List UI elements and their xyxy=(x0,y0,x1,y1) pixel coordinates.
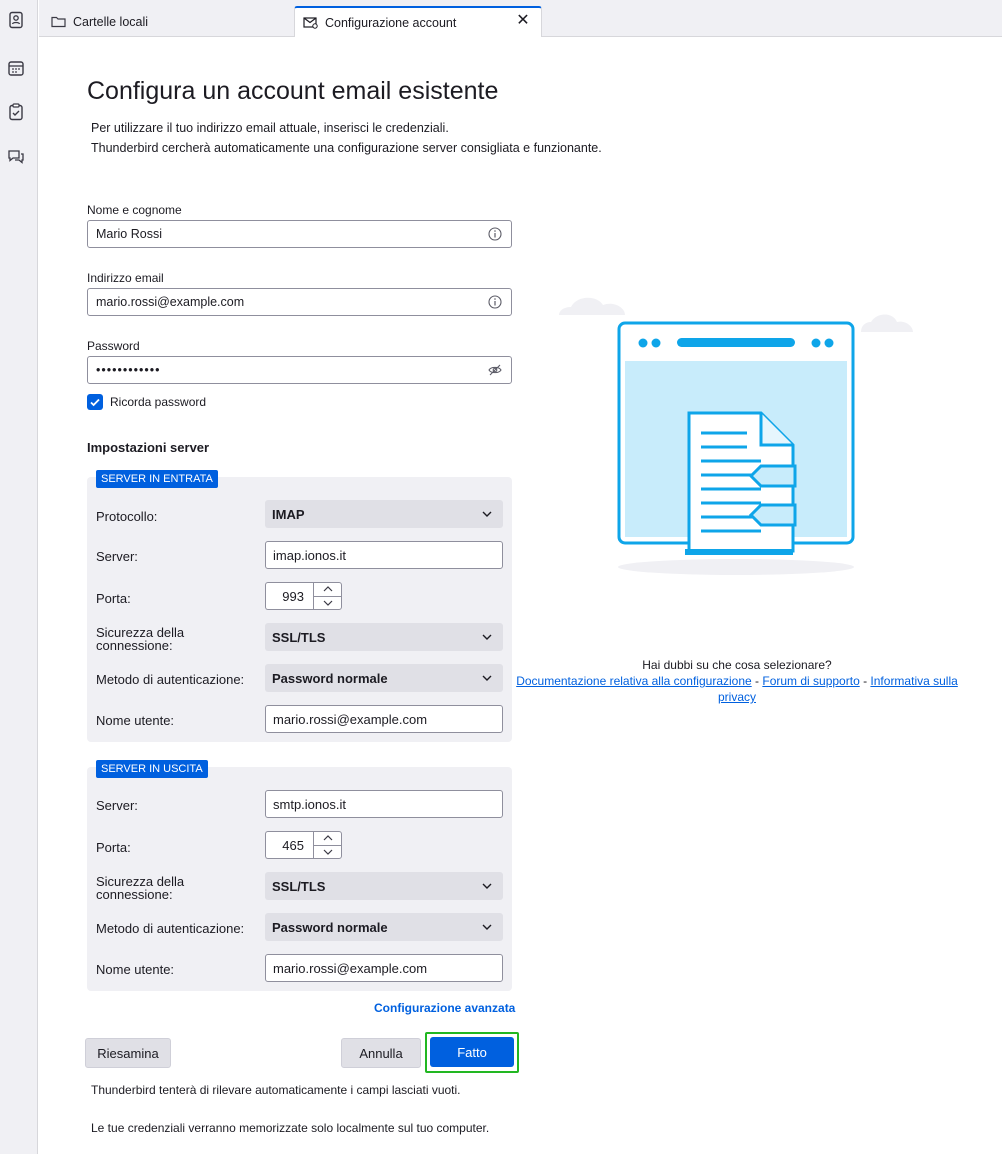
incoming-port-value[interactable]: 993 xyxy=(265,582,313,610)
calendar-icon[interactable] xyxy=(6,58,26,78)
folder-icon xyxy=(51,14,67,30)
outgoing-server-value: smtp.ionos.it xyxy=(273,796,346,812)
incoming-auth-label: Metodo di autenticazione: xyxy=(96,672,245,687)
tab-account-setup[interactable]: Configurazione account ✕ xyxy=(294,6,542,37)
incoming-security-label: Sicurezza della connessione: xyxy=(96,626,184,652)
account-setup-page: Configura un account email esistente Per… xyxy=(39,37,1002,1154)
chevron-down-icon[interactable] xyxy=(314,846,341,859)
incoming-server-input[interactable]: imap.ionos.it xyxy=(265,541,503,569)
chevron-down-icon xyxy=(481,672,493,684)
incoming-port-label: Porta: xyxy=(96,591,131,606)
password-input[interactable]: •••••••••••• xyxy=(87,356,512,384)
local-storage-note: Le tue credenziali verranno memorizzate … xyxy=(91,1121,490,1135)
info-icon[interactable] xyxy=(488,227,502,241)
docs-link[interactable]: Documentazione relativa alla configurazi… xyxy=(516,674,751,688)
incoming-server-badge: SERVER IN ENTRATA xyxy=(96,470,218,488)
chevron-down-icon xyxy=(481,921,493,933)
incoming-server-panel: SERVER IN ENTRATA Protocollo: IMAP Serve… xyxy=(87,470,512,742)
chat-icon[interactable] xyxy=(6,147,26,167)
link-separator: - xyxy=(859,674,871,688)
intro-line: Per utilizzare il tuo indirizzo email at… xyxy=(91,121,449,135)
help-question: Hai dubbi su che cosa selezionare? xyxy=(642,658,832,672)
outgoing-username-input[interactable]: mario.rossi@example.com xyxy=(265,954,503,982)
tab-local-folders[interactable]: Cartelle locali xyxy=(51,6,291,37)
outgoing-auth-select[interactable]: Password normale xyxy=(265,913,503,941)
outgoing-server-panel: SERVER IN USCITA Server: smtp.ionos.it P… xyxy=(87,760,512,991)
done-button[interactable]: Fatto xyxy=(430,1037,514,1067)
setup-illustration xyxy=(551,267,931,577)
outgoing-username-label: Nome utente: xyxy=(96,962,175,977)
outgoing-server-badge: SERVER IN USCITA xyxy=(96,760,208,778)
incoming-server-label: Server: xyxy=(96,549,138,564)
eye-slash-icon[interactable] xyxy=(488,363,502,377)
incoming-username-value: mario.rossi@example.com xyxy=(273,711,428,727)
outgoing-security-label: Sicurezza della connessione: xyxy=(96,875,184,901)
advanced-config-link[interactable]: Configurazione avanzata xyxy=(374,1001,515,1015)
tab-bar: Cartelle locali Configurazione account ✕ xyxy=(39,0,1002,37)
retest-button[interactable]: Riesamina xyxy=(85,1038,171,1068)
server-settings-title: Impostazioni server xyxy=(87,440,210,455)
chevron-down-icon xyxy=(481,880,493,892)
chevron-up-icon[interactable] xyxy=(314,583,341,597)
tab-label: Configurazione account xyxy=(325,15,457,30)
support-forum-link[interactable]: Forum di supporto xyxy=(762,674,859,688)
outgoing-security-value: SSL/TLS xyxy=(272,878,326,894)
port-arrows xyxy=(313,582,342,610)
email-input[interactable]: mario.rossi@example.com xyxy=(87,288,512,316)
intro-text: Per utilizzare il tuo indirizzo email at… xyxy=(91,118,602,158)
label-line: connessione: xyxy=(96,887,173,902)
protocol-select[interactable]: IMAP xyxy=(265,500,503,528)
outgoing-auth-label: Metodo di autenticazione: xyxy=(96,921,245,936)
info-icon[interactable] xyxy=(488,295,502,309)
name-value: Mario Rossi xyxy=(96,227,162,241)
help-section: Hai dubbi su che cosa selezionare? Docum… xyxy=(509,657,965,705)
password-value: •••••••••••• xyxy=(96,363,161,377)
tasks-icon[interactable] xyxy=(6,102,26,122)
name-label: Nome e cognome xyxy=(87,203,182,217)
cancel-button[interactable]: Annulla xyxy=(341,1038,421,1068)
outgoing-port-value[interactable]: 465 xyxy=(265,831,313,859)
chevron-up-icon[interactable] xyxy=(314,832,341,846)
help-links: Documentazione relativa alla configurazi… xyxy=(509,673,965,705)
close-icon[interactable]: ✕ xyxy=(515,13,531,29)
outgoing-security-select[interactable]: SSL/TLS xyxy=(265,872,503,900)
chevron-down-icon xyxy=(481,631,493,643)
mail-settings-icon xyxy=(303,15,319,31)
checkmark-icon xyxy=(87,394,103,410)
incoming-auth-select[interactable]: Password normale xyxy=(265,664,503,692)
chevron-down-icon[interactable] xyxy=(314,597,341,610)
protocol-value: IMAP xyxy=(272,506,305,522)
address-book-icon[interactable] xyxy=(6,10,26,30)
page-title: Configura un account email esistente xyxy=(87,77,499,105)
incoming-security-select[interactable]: SSL/TLS xyxy=(265,623,503,651)
incoming-security-value: SSL/TLS xyxy=(272,629,326,645)
email-value: mario.rossi@example.com xyxy=(96,295,245,309)
chevron-down-icon xyxy=(481,508,493,520)
name-input[interactable]: Mario Rossi xyxy=(87,220,512,248)
outgoing-username-value: mario.rossi@example.com xyxy=(273,960,428,976)
autodetect-note: Thunderbird tenterà di rilevare automati… xyxy=(91,1083,461,1097)
outgoing-port-label: Porta: xyxy=(96,840,131,855)
incoming-server-value: imap.ionos.it xyxy=(273,547,346,563)
protocol-label: Protocollo: xyxy=(96,509,158,524)
port-arrows xyxy=(313,831,342,859)
link-separator: - xyxy=(751,674,763,688)
remember-password-label: Ricorda password xyxy=(110,395,207,409)
password-label: Password xyxy=(87,339,140,353)
outgoing-auth-value: Password normale xyxy=(272,919,388,935)
label-line: connessione: xyxy=(96,638,173,653)
outgoing-server-input[interactable]: smtp.ionos.it xyxy=(265,790,503,818)
email-label: Indirizzo email xyxy=(87,271,164,285)
incoming-username-label: Nome utente: xyxy=(96,713,175,728)
intro-line: Thunderbird cercherà automaticamente una… xyxy=(91,141,602,155)
outgoing-server-label: Server: xyxy=(96,798,138,813)
incoming-auth-value: Password normale xyxy=(272,670,388,686)
incoming-username-input[interactable]: mario.rossi@example.com xyxy=(265,705,503,733)
tab-label: Cartelle locali xyxy=(73,14,149,29)
spaces-toolbar xyxy=(0,0,38,1154)
outgoing-port-stepper[interactable]: 465 xyxy=(265,831,343,859)
remember-password-checkbox[interactable]: Ricorda password xyxy=(87,394,206,410)
incoming-port-stepper[interactable]: 993 xyxy=(265,582,343,610)
